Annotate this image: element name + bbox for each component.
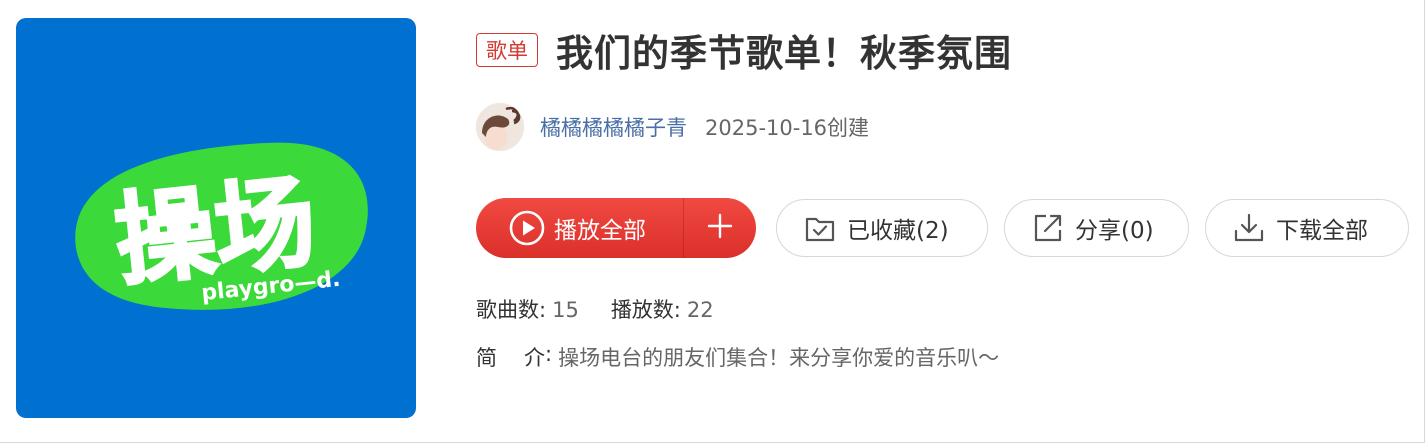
share-button[interactable]: 分享(0) [1004,199,1189,257]
action-buttons: 播放全部 已收藏(2) 分享(0) 下载全部 [476,198,1409,258]
description-row: 简介: 操场电台的朋友们集合！来分享你爱的音乐叭～ [476,342,999,372]
created-date: 2025-10-16创建 [705,116,870,140]
play-count-value: 22 [686,298,714,322]
plus-icon [706,212,734,244]
creator-name-link[interactable]: 橘橘橘橘橘子青 [540,112,687,142]
creator-avatar[interactable] [476,103,524,151]
playlist-tag: 歌单 [476,33,538,67]
share-arrow-icon [1031,211,1065,245]
playlist-title: 我们的季节歌单！秋季氛围 [556,32,1012,75]
playlist-cover[interactable]: 操场 playgro—d. [16,18,416,418]
song-count-label: 歌曲数: [476,298,547,322]
collect-label: 已收藏(2) [847,218,949,244]
play-count-label: 播放数: [610,298,681,322]
cover-artwork: 操场 playgro—d. [75,142,368,310]
song-count-value: 15 [552,298,579,322]
song-count: 歌曲数: 15 [476,294,579,324]
description-colon: : [545,342,553,366]
download-all-label: 下载全部 [1276,218,1368,244]
title-row: 歌单 我们的季节歌单！秋季氛围 [476,24,1012,76]
play-all-button[interactable]: 播放全部 [476,198,684,258]
creator-row: 橘橘橘橘橘子青 2025-10-16创建 [476,102,869,152]
description-text: 操场电台的朋友们集合！来分享你爱的音乐叭～ [558,346,1000,370]
play-count: 播放数: 22 [611,294,714,324]
play-circle-icon [508,209,546,247]
collect-button[interactable]: 已收藏(2) [776,199,988,257]
play-all-group: 播放全部 [476,198,756,258]
avatar-image [476,103,524,151]
share-label: 分享(0) [1075,218,1154,244]
download-icon [1232,211,1266,245]
stats-row: 歌曲数: 15 播放数: 22 [476,294,746,324]
add-to-queue-button[interactable] [684,198,756,258]
play-all-label: 播放全部 [554,218,646,244]
folder-check-icon [803,211,837,245]
download-all-button[interactable]: 下载全部 [1205,199,1409,257]
